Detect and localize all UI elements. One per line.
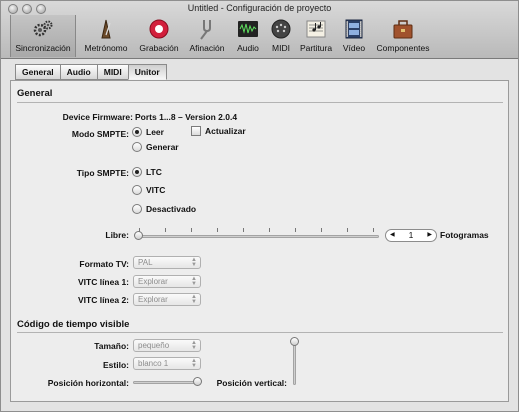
vitc1-popup[interactable]: Explorar ▲ ▼ — [133, 275, 201, 288]
toolbar-label: Audio — [237, 43, 259, 53]
smpte-type-label: Tipo SMPTE: — [76, 168, 129, 178]
slider-tick — [269, 228, 270, 232]
toolbar-label: Partitura — [299, 43, 333, 53]
slider-tick — [243, 228, 244, 232]
tv-format-label: Formato TV: — [79, 259, 129, 269]
smpte-mode-label: Modo SMPTE: — [71, 129, 129, 139]
settings-tabs: General Audio MIDI Unitor — [15, 64, 167, 80]
toolbar-label: Componentes — [376, 43, 430, 53]
smpte-type-vitc-label: VITC — [146, 185, 166, 195]
tab-audio[interactable]: Audio — [59, 64, 98, 80]
tuning-fork-icon — [200, 20, 211, 40]
smpte-mode-leer-label: Leer — [146, 127, 164, 137]
gears-icon — [33, 20, 53, 37]
toolbar-componentes[interactable]: Componentes — [372, 15, 434, 57]
general-heading: General — [17, 88, 53, 99]
size-value: pequeño — [138, 341, 170, 350]
free-label: Libre: — [105, 230, 129, 240]
toolbox-icon — [393, 20, 413, 39]
frames-value: 1 — [408, 230, 414, 240]
popup-arrows-icon: ▲ ▼ — [191, 294, 197, 305]
smpte-type-vitc-radio[interactable] — [132, 185, 142, 195]
audio-waveform-icon — [238, 21, 258, 37]
frames-stepper[interactable]: ◀ 1 ▶ — [385, 229, 437, 242]
firmware-label: Device Firmware: — [62, 112, 133, 122]
tab-unitor[interactable]: Unitor — [127, 64, 167, 80]
vitc1-label: VITC línea 1: — [77, 277, 129, 287]
toolbar-metronomo[interactable]: Metrónomo — [80, 15, 132, 57]
slider-tick — [295, 228, 296, 232]
vpos-slider-knob[interactable] — [290, 337, 299, 346]
slider-tick — [217, 228, 218, 232]
firmware-value: Ports 1...8 – Version 2.0.4 — [135, 112, 238, 122]
style-value: blanco 1 — [138, 359, 169, 368]
tv-format-value: PAL — [138, 258, 153, 267]
toolbar-grabacion[interactable]: Grabación — [136, 15, 182, 57]
tv-format-popup[interactable]: PAL ▲ ▼ — [133, 256, 201, 269]
smpte-mode-generar-radio[interactable] — [132, 142, 142, 152]
vitc2-value: Explorar — [138, 295, 168, 304]
smpte-mode-generar-label: Generar — [146, 142, 179, 152]
vpos-label: Posición vertical: — [216, 378, 287, 388]
toolbar-audio[interactable]: Audio — [232, 15, 264, 57]
toolbar-label: Vídeo — [342, 43, 366, 53]
vitc1-value: Explorar — [138, 277, 168, 286]
slider-tick — [373, 228, 374, 232]
tab-midi[interactable]: MIDI — [96, 64, 129, 80]
style-popup[interactable]: blanco 1 ▲ ▼ — [133, 357, 201, 370]
smpte-type-off-radio[interactable] — [132, 204, 142, 214]
toolbar-label: Metrónomo — [84, 43, 128, 53]
slider-tick — [347, 228, 348, 232]
slider-tick — [165, 228, 166, 232]
unitor-panel: General Device Firmware: Ports 1...8 – V… — [10, 80, 509, 402]
tab-general[interactable]: General — [15, 64, 61, 80]
film-icon — [345, 19, 363, 39]
section-divider — [17, 332, 503, 333]
section-divider — [17, 102, 503, 103]
style-label: Estilo: — [103, 360, 129, 370]
free-slider-knob[interactable] — [134, 231, 143, 240]
popup-arrows-icon: ▲ ▼ — [191, 340, 197, 351]
record-icon — [149, 19, 169, 39]
smpte-type-off-label: Desactivado — [146, 204, 197, 214]
score-icon — [306, 20, 326, 38]
popup-arrows-icon: ▲ ▼ — [191, 358, 197, 369]
frames-label: Fotogramas — [440, 230, 489, 240]
vitc2-label: VITC línea 2: — [77, 295, 129, 305]
size-label: Tamaño: — [94, 341, 129, 351]
toolbar-label: Grabación — [139, 43, 179, 53]
toolbar-partitura[interactable]: Partitura — [297, 15, 335, 57]
window-title: Untitled - Configuración de proyecto — [187, 3, 332, 13]
update-checkbox[interactable] — [191, 126, 201, 136]
hpos-label: Posición horizontal: — [47, 378, 129, 388]
size-popup[interactable]: pequeño ▲ ▼ — [133, 339, 201, 352]
metronome-icon — [101, 19, 111, 39]
toolbar-midi[interactable]: MIDI — [267, 15, 295, 57]
toolbar-video[interactable]: Vídeo — [338, 15, 370, 57]
smpte-type-ltc-label: LTC — [146, 167, 162, 177]
free-slider-track[interactable] — [135, 235, 379, 238]
smpte-mode-leer-radio[interactable] — [132, 127, 142, 137]
timecode-heading: Código de tiempo visible — [17, 319, 130, 330]
window-toolbar: Untitled - Configuración de proyecto Sin… — [1, 1, 518, 59]
toolbar-label: Afinación — [189, 43, 225, 53]
decrement-icon[interactable]: ◀ — [390, 232, 395, 239]
toolbar-sincronizacion[interactable]: Sincronización — [10, 15, 76, 57]
increment-icon[interactable]: ▶ — [427, 232, 432, 239]
update-label: Actualizar — [205, 126, 246, 136]
toolbar-afinacion[interactable]: Afinación — [185, 15, 229, 57]
slider-tick — [321, 228, 322, 232]
project-settings-window: Untitled - Configuración de proyecto Sin… — [0, 0, 519, 412]
hpos-slider-track[interactable] — [133, 381, 201, 384]
slider-tick — [191, 228, 192, 232]
smpte-type-ltc-radio[interactable] — [132, 167, 142, 177]
midi-plug-icon — [271, 19, 291, 39]
toolbar-label: MIDI — [272, 43, 290, 53]
popup-arrows-icon: ▲ ▼ — [191, 257, 197, 268]
popup-arrows-icon: ▲ ▼ — [191, 276, 197, 287]
toolbar-label: Sincronización — [15, 43, 71, 53]
vitc2-popup[interactable]: Explorar ▲ ▼ — [133, 293, 201, 306]
